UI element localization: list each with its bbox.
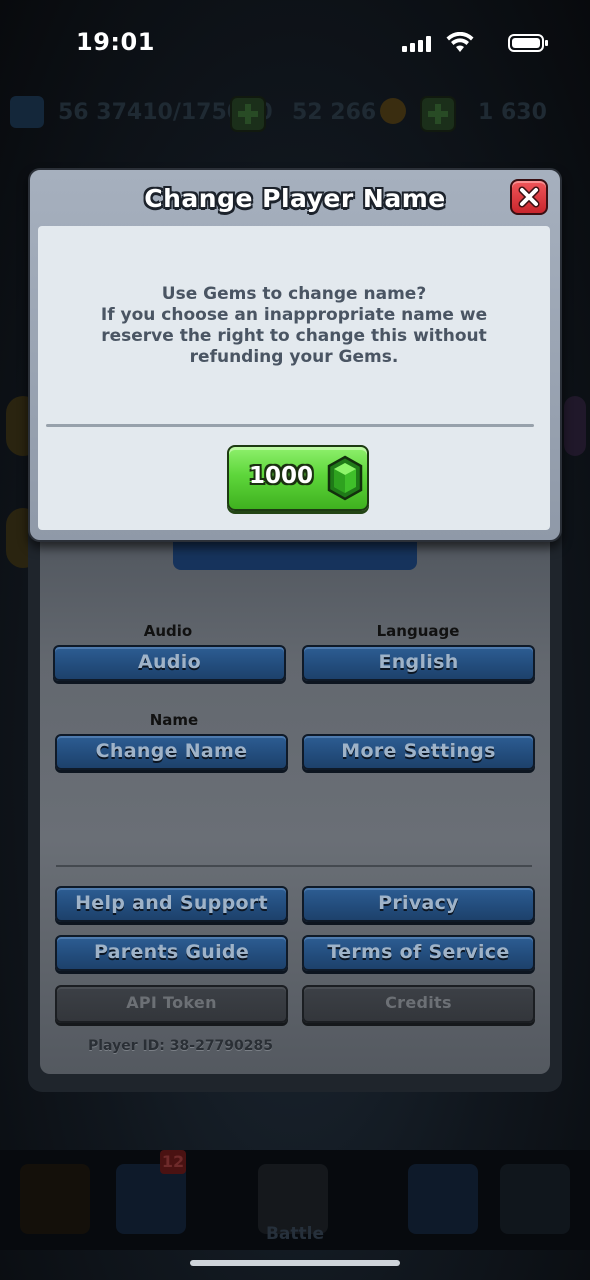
gem-icon <box>327 455 363 501</box>
gold-coin-icon <box>380 98 406 124</box>
status-icons <box>374 32 548 56</box>
pay-gems-button[interactable]: 1000 <box>227 445 369 511</box>
audio-section-label: Audio <box>143 622 193 640</box>
dialog-divider <box>46 424 534 427</box>
cards-notification-badge: 12 <box>160 1150 186 1174</box>
add-gold-icon <box>420 96 456 132</box>
home-indicator <box>190 1260 400 1266</box>
dialog-message-line: refunding your Gems. <box>189 347 399 367</box>
xp-icon <box>10 96 44 128</box>
add-xp-icon <box>230 96 266 132</box>
close-button[interactable] <box>510 179 548 215</box>
cellular-signal-icon <box>402 36 432 52</box>
dialog-message-line: If you choose an inappropriate name we <box>100 305 488 325</box>
battle-tab-label: Battle <box>265 1224 325 1244</box>
language-button[interactable]: English <box>302 645 535 681</box>
side-event-icon <box>564 396 586 456</box>
close-icon <box>518 186 540 208</box>
resource-bar: 56 37410/175000 52 266 1 630 <box>0 92 590 142</box>
battery-icon <box>508 34 548 52</box>
gold-counter: 52 266 <box>292 100 377 125</box>
dialog-message-line: Use Gems to change name? <box>161 284 427 304</box>
settings-divider <box>56 865 532 867</box>
help-and-support-button[interactable]: Help and Support <box>55 886 288 922</box>
more-settings-button[interactable]: More Settings <box>302 734 535 770</box>
language-section-label: Language <box>376 622 460 640</box>
name-section-label: Name <box>149 711 199 729</box>
status-time: 19:01 <box>76 28 155 56</box>
api-token-button[interactable]: API Token <box>55 985 288 1023</box>
dialog-title: Change Player Name <box>144 184 446 213</box>
dialog-message: Use Gems to change name? If you choose a… <box>38 284 550 368</box>
terms-of-service-button[interactable]: Terms of Service <box>302 935 535 971</box>
player-id: Player ID: 38-27790285 <box>88 1038 274 1054</box>
dialog-message-line: reserve the right to change this without <box>101 326 487 346</box>
credits-button[interactable]: Credits <box>302 985 535 1023</box>
change-name-button[interactable]: Change Name <box>55 734 288 770</box>
parents-guide-button[interactable]: Parents Guide <box>55 935 288 971</box>
audio-button[interactable]: Audio <box>53 645 286 681</box>
privacy-button[interactable]: Privacy <box>302 886 535 922</box>
wifi-icon <box>446 32 474 52</box>
gem-cost-label: 1000 <box>249 463 314 489</box>
gem-counter: 1 630 <box>478 100 547 125</box>
